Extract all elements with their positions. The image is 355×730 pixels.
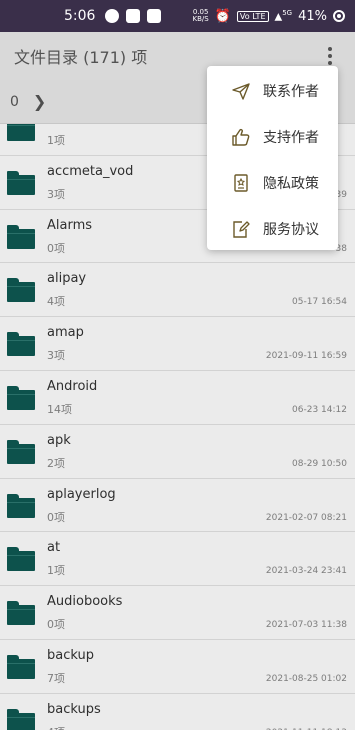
item-count: 14项: [47, 402, 72, 416]
folder-icon: [7, 224, 35, 249]
modified-date: 06-23 14:12: [292, 404, 347, 415]
modified-date: 08-29 10:50: [292, 458, 347, 469]
folder-icon: [7, 654, 35, 679]
modified-date: 2021-02-07 08:21: [265, 512, 347, 523]
item-count: 4项: [47, 724, 65, 730]
modified-date: 2021-07-03 11:38: [265, 620, 347, 631]
list-item[interactable]: backups4项2021-11-11 18:13: [0, 694, 355, 730]
modified-date: 2021-03-24 23:41: [265, 566, 347, 577]
menu-item-service-agreement[interactable]: 服务协议: [207, 206, 338, 252]
notification-app-icon-2: [126, 9, 141, 23]
send-icon: [232, 83, 250, 100]
folder-name: backups: [47, 701, 101, 717]
folder-name: apk: [47, 432, 71, 448]
folder-name: backup: [47, 647, 94, 663]
image-notification-icon: [147, 9, 162, 23]
list-item[interactable]: amap 3项 2021-09-11 16:59: [0, 317, 355, 371]
folder-icon: [7, 385, 35, 410]
folder-name: Android: [47, 378, 98, 394]
menu-item-privacy-policy[interactable]: 隐私政策: [207, 160, 338, 206]
item-count: 7项: [47, 671, 65, 685]
modified-date: 2021-09-11 16:59: [265, 351, 347, 362]
menu-item-label: 联系作者: [263, 84, 319, 100]
chevron-right-icon: ❯: [32, 92, 47, 111]
folder-icon: [7, 439, 35, 464]
folder-name: amap: [47, 325, 84, 341]
thumbs-up-icon: [232, 128, 250, 146]
item-count: 0项: [47, 241, 65, 255]
item-count: 1项: [47, 134, 65, 147]
folder-icon: [7, 601, 35, 626]
item-count: 4项: [47, 295, 65, 309]
status-time: 5:06: [64, 8, 96, 24]
folder-icon: [7, 332, 35, 357]
signal-icon: ▲5G: [274, 9, 293, 23]
item-count: 0项: [47, 618, 65, 632]
item-count: 2项: [47, 456, 65, 470]
folder-name: alipay: [47, 271, 87, 287]
page-title: 文件目录 (171) 项: [14, 48, 148, 67]
menu-item-support-author[interactable]: 支持作者: [207, 114, 338, 160]
menu-item-label: 支持作者: [263, 130, 319, 146]
item-count: 3项: [47, 187, 65, 201]
list-item[interactable]: at 1项 2021-03-24 23:41: [0, 532, 355, 587]
battery-percent: 41%: [298, 8, 327, 24]
modified-date: 05-17 16:54: [292, 297, 347, 308]
folder-name: accmeta_vod: [47, 163, 134, 179]
folder-name: aplayerlog: [47, 486, 116, 502]
menu-item-label: 服务协议: [263, 222, 319, 238]
folder-icon: [7, 278, 35, 303]
folder-name: Audiobooks: [47, 594, 123, 610]
menu-item-contact-author[interactable]: 联系作者: [207, 68, 338, 114]
list-item[interactable]: Audiobooks 0项 2021-07-03 11:38: [0, 586, 355, 640]
list-item[interactable]: aplayerlog 0项 2021-02-07 08:21: [0, 479, 355, 533]
modified-date: 2021-08-25 01:02: [265, 673, 347, 684]
folder-icon: [7, 124, 35, 141]
folder-name: Alarms: [47, 217, 93, 233]
battery-icon: [333, 10, 345, 22]
more-options-icon[interactable]: [321, 44, 339, 68]
item-count: 0项: [47, 510, 65, 524]
item-count: 1项: [47, 564, 65, 578]
privacy-doc-icon: [234, 174, 248, 192]
menu-item-label: 隐私政策: [263, 176, 319, 192]
item-count: 3项: [47, 349, 65, 363]
folder-icon: [7, 493, 35, 518]
alarm-icon: ⏰: [214, 8, 231, 24]
volte-icon: Vo LTE: [236, 10, 269, 22]
status-bar: 5:06 0.05 KB/S ⏰ Vo LTE ▲5G 41%: [0, 0, 355, 32]
breadcrumb-root[interactable]: 0: [10, 94, 19, 110]
options-menu: 联系作者 支持作者 隐私政策 服务协议: [207, 66, 338, 250]
folder-icon: [7, 708, 35, 730]
edit-doc-icon: [233, 221, 250, 238]
notification-app-icon: [105, 9, 120, 23]
list-item[interactable]: Android 14项 06-23 14:12: [0, 371, 355, 425]
list-item[interactable]: backup 7项 2021-08-25 01:02: [0, 640, 355, 694]
list-item[interactable]: alipay 4项 05-17 16:54: [0, 263, 355, 318]
folder-icon: [7, 547, 35, 572]
network-speed: 0.05 KB/S: [192, 8, 209, 23]
list-item[interactable]: apk 2项 08-29 10:50: [0, 425, 355, 479]
folder-icon: [7, 170, 35, 195]
folder-name: at: [47, 540, 61, 556]
